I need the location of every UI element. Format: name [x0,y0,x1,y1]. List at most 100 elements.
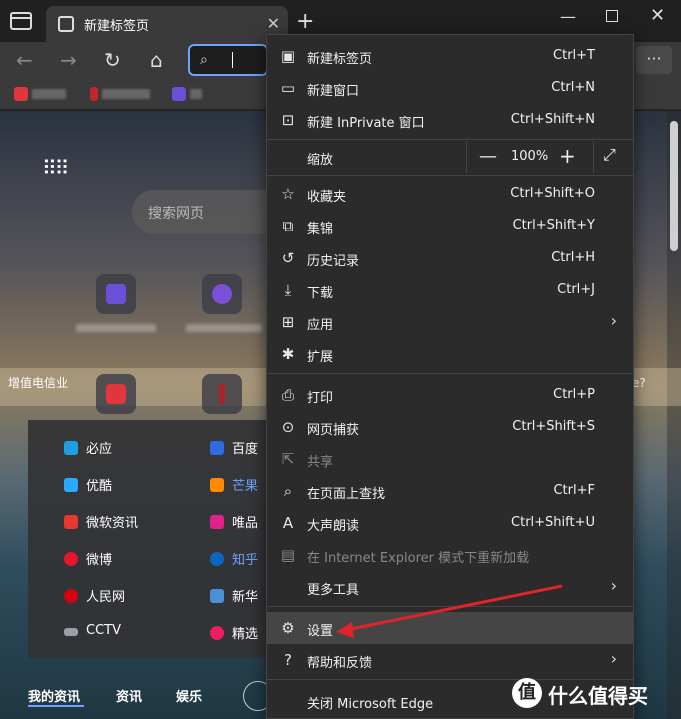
ie-mode-icon: ▤ [280,546,296,564]
menu-divider [267,139,633,140]
tab-my-feed[interactable]: 我的资讯 [28,686,80,705]
menu-item-extensions[interactable]: ✱ 扩展 [267,338,633,370]
tab-title: 新建标签页 [84,19,150,34]
history-icon: ↺ [281,249,295,267]
quick-link-tile[interactable] [202,374,242,414]
menu-divider [267,373,633,374]
new-tab-page-icon [58,16,74,32]
maximize-button[interactable] [606,10,618,22]
watermark-logo: 值 [512,678,542,708]
menu-item-find-on-page[interactable]: ⌕ 在页面上查找 Ctrl+F [267,475,633,507]
favorite-item[interactable] [14,87,66,101]
quick-link-caption [76,324,156,332]
new-tab-button[interactable]: + [296,9,314,34]
link-item[interactable]: 百度 [210,438,258,457]
tab-news[interactable]: 资讯 [116,686,142,705]
link-item[interactable]: 唯品 [210,512,258,531]
gear-icon: ⚙ [281,619,295,637]
menu-divider [267,606,633,607]
printer-icon: ⎙ [281,386,294,404]
search-icon: ⌕ [200,52,208,68]
notice-text-right: e? [632,376,646,390]
menu-item-history[interactable]: ↺ 历史记录 Ctrl+H [267,242,633,274]
inprivate-icon: ⊡ [281,111,295,129]
window-icon: ▭ [280,79,296,97]
menu-item-new-window[interactable]: ▭ 新建窗口 Ctrl+N [267,72,633,104]
menu-item-settings[interactable]: ⚙ 设置 [267,612,633,644]
minimize-button[interactable]: — [560,7,576,26]
fullscreen-button[interactable]: ⤢ [603,145,616,165]
tab-entertainment[interactable]: 娱乐 [176,686,202,705]
chevron-right-icon: › [610,649,617,668]
menu-item-web-capture[interactable]: ⊙ 网页捕获 Ctrl+Shift+S [267,411,633,443]
link-item[interactable]: 人民网 [64,586,125,605]
link-item[interactable]: 精选 [210,623,258,642]
menu-item-read-aloud[interactable]: A 大声朗读 Ctrl+Shift+U [267,507,633,539]
refresh-button[interactable]: ↻ [104,48,121,72]
quick-link-tile[interactable] [202,274,242,314]
search-placeholder: 搜索网页 [148,206,204,222]
menu-item-apps[interactable]: ⊞ 应用 › [267,306,633,338]
menu-item-zoom: 缩放 [307,153,334,168]
menu-item-new-tab[interactable]: ▣ 新建标签页 Ctrl+T [267,40,633,72]
zoom-in-button[interactable]: + [559,144,576,168]
menu-item-print[interactable]: ⎙ 打印 Ctrl+P [267,379,633,411]
menu-item-help-feedback[interactable]: ? 帮助和反馈 › [267,644,633,676]
link-item[interactable]: 知乎 [210,549,258,568]
puzzle-icon: ✱ [281,345,295,363]
tab-close-button[interactable]: ✕ [267,14,280,33]
zoom-divider [466,141,467,173]
apps-icon: ⊞ [281,313,295,331]
back-button[interactable]: ← [16,48,33,72]
forward-button[interactable]: → [60,48,77,72]
link-item[interactable]: 微软资讯 [64,512,138,531]
text-caret [232,52,233,68]
zoom-level: 100% [511,149,549,164]
menu-item-new-inprivate[interactable]: ⊡ 新建 InPrivate 窗口 Ctrl+Shift+N [267,104,633,136]
address-bar[interactable]: ⌕ [188,44,268,76]
tab-actions-icon[interactable] [10,12,32,30]
download-icon: ⤓ [284,281,292,299]
share-icon: ⇱ [281,450,295,468]
star-icon: ☆ [281,185,295,203]
settings-and-more-button[interactable]: ··· [636,46,672,74]
close-window-button[interactable]: ✕ [650,5,665,26]
menu-item-ie-mode: ▤ 在 Internet Explorer 模式下重新加载 [280,546,530,566]
active-tab-underline [28,705,84,707]
new-tab-icon: ▣ [280,47,296,65]
find-icon: ⌕ [283,482,293,500]
read-aloud-icon: A [282,514,294,532]
link-item[interactable]: 优酷 [64,475,112,494]
tab-new-tab[interactable]: 新建标签页 ✕ [46,6,288,42]
chevron-right-icon: › [610,576,617,595]
favorite-item[interactable] [172,87,202,101]
zoom-out-button[interactable]: — [479,146,497,167]
web-capture-icon: ⊙ [281,418,295,436]
quick-link-tile[interactable] [96,274,136,314]
menu-divider [267,175,633,176]
menu-item-more-tools[interactable]: 更多工具 › [267,571,633,603]
home-button[interactable]: ⌂ [150,48,163,72]
quick-links-panel: 必应 百度 优酷 芒果 微软资讯 唯品 微博 知乎 人民网 新华 CCTV 精选 [28,420,278,658]
link-item[interactable]: 新华 [210,586,258,605]
scroll-thumb[interactable] [670,121,678,251]
quick-link-tile[interactable] [96,374,136,414]
page-scrollbar[interactable] [667,111,681,719]
help-icon: ? [284,651,292,669]
notice-text: 增值电信业 [8,376,69,390]
menu-item-share: ⇱ 共享 [267,443,633,475]
chevron-right-icon: › [610,311,617,330]
apps-launcher-icon[interactable]: ⠿⠿ [42,156,69,180]
menu-item-favorites[interactable]: ☆ 收藏夹 Ctrl+Shift+O [267,178,633,210]
link-item[interactable]: 芒果 [210,475,258,494]
settings-and-more-menu: ▣ 新建标签页 Ctrl+T ▭ 新建窗口 Ctrl+N ⊡ 新建 InPriv… [266,34,634,719]
link-item[interactable]: 微博 [64,549,112,568]
menu-item-collections[interactable]: ⧉ 集锦 Ctrl+Shift+Y [267,210,633,242]
web-search-box[interactable]: 搜索网页 [132,190,268,234]
link-item[interactable]: 必应 [64,438,112,457]
quick-link-caption [186,324,262,332]
menu-item-downloads[interactable]: ⤓ 下载 Ctrl+J [267,274,633,306]
link-item[interactable]: CCTV [64,623,121,638]
favorite-item[interactable] [90,87,150,101]
watermark-text: 什么值得买 [548,684,648,708]
